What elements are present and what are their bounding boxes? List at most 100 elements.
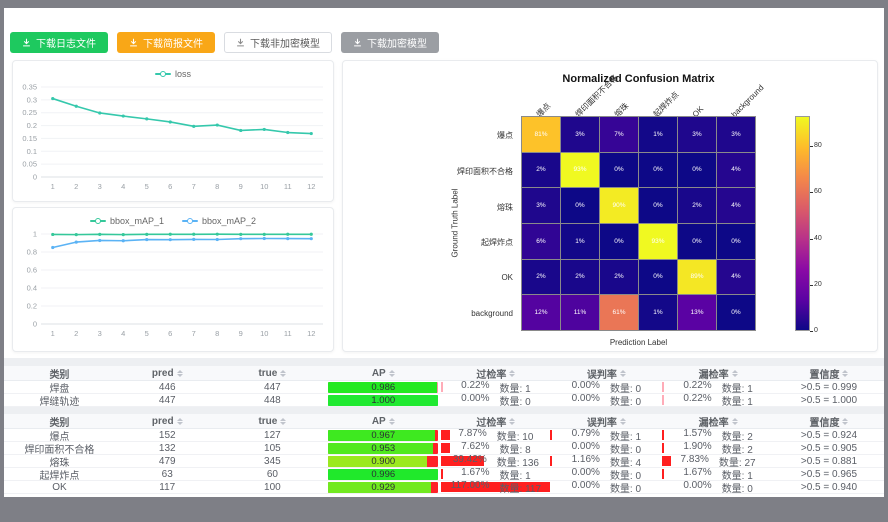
svg-text:0.35: 0.35 [22, 83, 37, 92]
table-header-cell[interactable]: 过检率 [441, 414, 550, 429]
sort-icon[interactable] [732, 418, 738, 425]
over-detect-rate-cell: 7.87%数量: 10 [441, 429, 550, 442]
download-icon [353, 38, 362, 47]
matrix-row-label: 爆点 [343, 130, 513, 141]
misjudge-rate-cell: 0.79%数量: 1 [550, 429, 662, 442]
rate-bar [441, 443, 449, 453]
rate-bar [662, 469, 664, 479]
miss-rate-cell: 7.83%数量: 27 [662, 455, 774, 468]
download-log-button[interactable]: 下载日志文件 [10, 32, 108, 53]
confusion-matrix-title: Normalized Confusion Matrix [521, 73, 756, 85]
separator-band [4, 358, 884, 366]
legend-item-bbox-map-2[interactable]: bbox_mAP_2 [182, 216, 256, 226]
svg-text:2: 2 [74, 182, 78, 191]
sort-icon[interactable] [177, 418, 183, 425]
download-encrypted-model-button[interactable]: 下载加密模型 [341, 32, 439, 53]
table-header-cell[interactable]: 误判率 [550, 366, 662, 381]
table-header-cell[interactable]: AP [325, 414, 441, 429]
matrix-cell: 4% [717, 153, 755, 188]
colorbar-tick: 80 [814, 142, 822, 149]
table-header-cell[interactable]: pred [115, 366, 220, 381]
confidence-cell: >0.5 = 0.940 [774, 481, 884, 494]
matrix-column-label: 起焊炸点 [652, 91, 680, 119]
table-row: 焊盘4464470.9860.22%数量: 10.00%数量: 00.22%数量… [4, 381, 884, 394]
matrix-cell: 2% [522, 260, 560, 295]
confidence-cell: >0.5 = 0.881 [774, 455, 884, 468]
misjudge-rate-cell: 0.00%数量: 0 [550, 394, 662, 407]
colorbar-tick: 40 [814, 235, 822, 242]
button-label: 下载非加密模型 [250, 35, 320, 50]
matrix-cell: 0% [639, 153, 677, 188]
table-header-cell[interactable]: true [220, 414, 326, 429]
rate-bar [441, 382, 443, 392]
svg-text:5: 5 [145, 182, 149, 191]
sort-icon[interactable] [509, 370, 515, 377]
class-name-cell: 起焊炸点 [4, 468, 115, 481]
matrix-cell: 61% [600, 295, 638, 330]
table-header-cell[interactable]: true [220, 366, 326, 381]
svg-text:12: 12 [307, 329, 315, 338]
table-header-cell[interactable]: 漏检率 [662, 366, 774, 381]
sort-icon[interactable] [389, 370, 395, 377]
table-row: OK1171000.929117.00%数量: 1170.00%数量: 00.0… [4, 481, 884, 494]
table-header-cell[interactable]: AP [325, 366, 441, 381]
matrix-row-label: background [343, 309, 513, 318]
matrix-cell: 0% [639, 188, 677, 223]
over-detect-rate-cell: 0.00%数量: 0 [441, 394, 550, 407]
over-detect-rate-cell: 117.00%数量: 117 [441, 481, 550, 494]
table-header-cell[interactable]: 漏检率 [662, 414, 774, 429]
colorbar [795, 116, 810, 331]
legend-item-bbox-map-1[interactable]: bbox_mAP_1 [90, 216, 164, 226]
miss-rate-cell: 0.00%数量: 0 [662, 481, 774, 494]
sort-icon[interactable] [842, 418, 848, 425]
rate-bar [662, 443, 664, 453]
table-header-cell[interactable]: pred [115, 414, 220, 429]
sort-icon[interactable] [177, 370, 183, 377]
miss-rate-cell: 1.90%数量: 2 [662, 442, 774, 455]
table-header-cell: 类别 [4, 366, 115, 381]
matrix-row-label: 熔珠 [343, 202, 513, 213]
confusion-matrix-grid: 81%3%7%1%3%3%2%93%0%0%0%4%3%0%90%0%2%4%6… [521, 116, 756, 331]
svg-text:5: 5 [145, 329, 149, 338]
class-name-cell: 焊缝轨迹 [4, 394, 115, 407]
loss-chart: 00.050.10.150.20.250.30.3512345678910111… [13, 81, 333, 199]
pred-count-cell: 132 [115, 442, 220, 455]
over-detect-rate-cell: 7.62%数量: 8 [441, 442, 550, 455]
table-header-cell[interactable]: 过检率 [441, 366, 550, 381]
matrix-cell: 3% [561, 117, 599, 152]
svg-text:1: 1 [33, 230, 37, 239]
svg-text:8: 8 [215, 329, 219, 338]
matrix-cell: 2% [678, 188, 716, 223]
legend-label: bbox_mAP_2 [202, 216, 256, 226]
rate-bar [662, 395, 664, 405]
confidence-cell: >0.5 = 0.905 [774, 442, 884, 455]
legend-label: loss [175, 69, 191, 79]
rate-bar [550, 430, 552, 440]
sort-icon[interactable] [509, 418, 515, 425]
download-plain-model-button[interactable]: 下载非加密模型 [224, 32, 332, 53]
line-marker-icon [182, 220, 198, 222]
table-header-cell[interactable]: 误判率 [550, 414, 662, 429]
sort-icon[interactable] [389, 418, 395, 425]
loss-chart-legend: loss [13, 61, 333, 81]
sort-icon[interactable] [620, 370, 626, 377]
matrix-cell: 0% [561, 188, 599, 223]
confidence-cell: >0.5 = 1.000 [774, 394, 884, 407]
table-header-cell[interactable]: 置信度 [774, 366, 884, 381]
sort-icon[interactable] [842, 370, 848, 377]
sort-icon[interactable] [732, 370, 738, 377]
download-report-button[interactable]: 下载简报文件 [117, 32, 215, 53]
matrix-cell: 2% [600, 260, 638, 295]
ap-bar-cell: 0.967 [325, 429, 441, 442]
sort-icon[interactable] [280, 370, 286, 377]
colorbar-tick: 20 [814, 281, 822, 288]
sort-icon[interactable] [280, 418, 286, 425]
colorbar-tick: 0 [814, 327, 818, 334]
table-header-cell[interactable]: 置信度 [774, 414, 884, 429]
map-chart: 00.20.40.60.81123456789101112 [13, 228, 333, 346]
legend-item-loss[interactable]: loss [155, 69, 191, 79]
svg-text:0.6: 0.6 [27, 266, 37, 275]
pred-count-cell: 63 [115, 468, 220, 481]
ap-bar-cell: 1.000 [325, 394, 441, 407]
sort-icon[interactable] [620, 418, 626, 425]
